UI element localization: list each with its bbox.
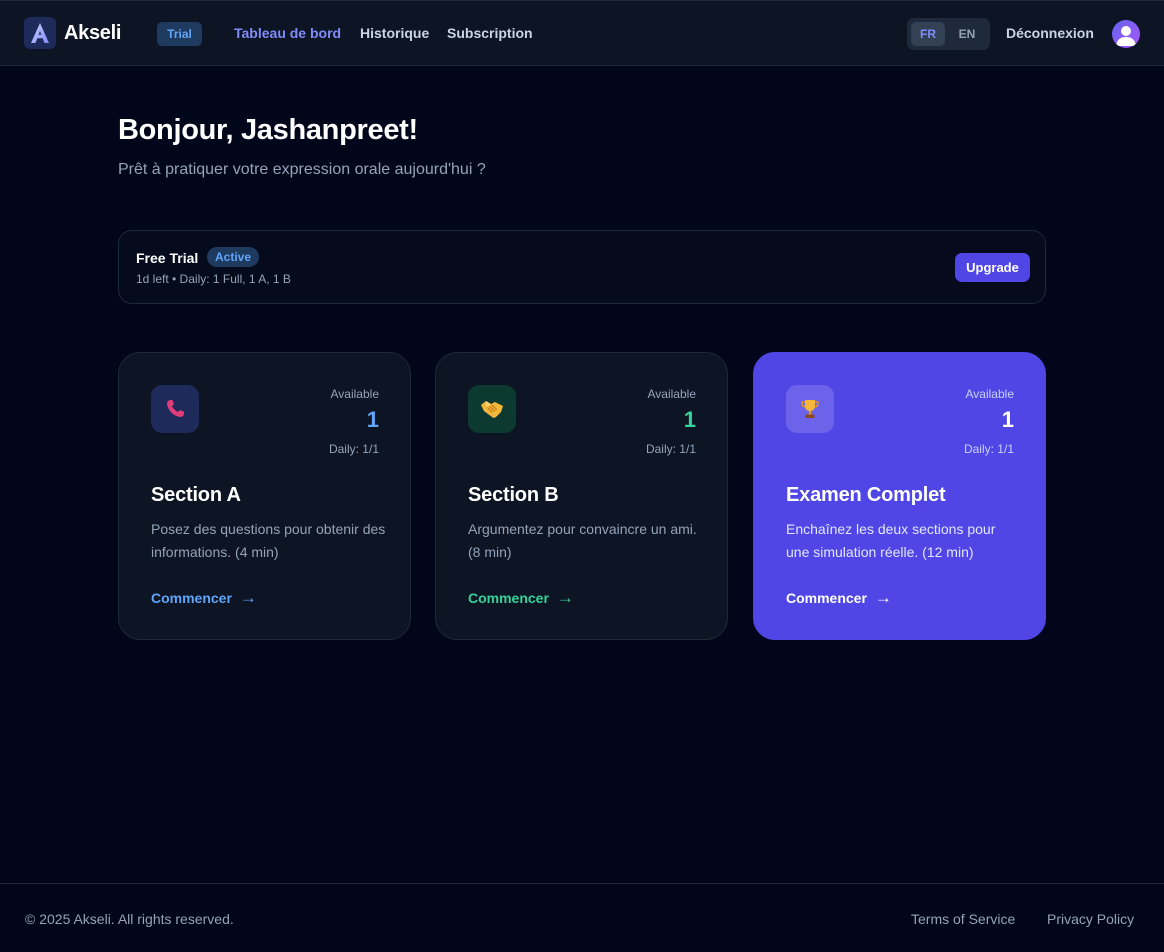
available-count: 1	[1001, 407, 1014, 432]
upgrade-button[interactable]: Upgrade	[955, 253, 1030, 282]
card-title: Examen Complet	[786, 484, 946, 506]
status-badge: Active	[207, 247, 260, 267]
language-fr-button[interactable]: FR	[911, 22, 945, 46]
section-b-card[interactable]: Available 1 Daily: 1/1 Section B Argumen…	[435, 352, 728, 640]
language-en-button[interactable]: EN	[950, 22, 984, 46]
top-navbar: Akseli Trial Tableau de bord Historique …	[0, 0, 1164, 66]
available-label: Available	[965, 387, 1014, 401]
card-title: Section B	[468, 484, 559, 506]
footer: © 2025 Akseli. All rights reserved. Term…	[0, 883, 1164, 952]
cta-label: Commencer	[151, 590, 232, 606]
handshake-icon	[468, 385, 516, 433]
start-section-a-button[interactable]: Commencer →	[151, 588, 257, 608]
brand-name[interactable]: Akseli	[64, 22, 121, 45]
page-title: Bonjour, Jashanpreet!	[118, 114, 418, 146]
nav-link-history[interactable]: Historique	[360, 25, 429, 41]
arrow-right-icon: →	[556, 588, 574, 607]
arrow-right-icon: →	[874, 588, 892, 607]
user-icon	[1116, 26, 1136, 46]
phone-icon	[151, 385, 199, 433]
arrow-right-icon: →	[239, 588, 257, 607]
cta-label: Commencer	[468, 590, 549, 606]
nav-link-dashboard[interactable]: Tableau de bord	[234, 25, 341, 41]
available-label: Available	[647, 387, 696, 401]
available-count: 1	[683, 407, 696, 432]
nav-link-subscription[interactable]: Subscription	[447, 25, 533, 41]
logo-icon[interactable]	[24, 17, 56, 49]
card-description: Posez des questions pour obtenir des inf…	[151, 521, 386, 560]
logout-link[interactable]: Déconnexion	[1006, 25, 1094, 41]
cta-label: Commencer	[786, 590, 867, 606]
terms-of-service-link[interactable]: Terms of Service	[911, 911, 1015, 927]
daily-usage: Daily: 1/1	[645, 442, 696, 456]
language-switch: FR EN	[907, 18, 990, 50]
trial-title: Free Trial	[136, 250, 199, 266]
copyright-text: © 2025 Akseli. All rights reserved.	[25, 911, 234, 927]
trial-status-panel: Free Trial Active 1d left • Daily: 1 Ful…	[118, 230, 1046, 304]
trial-details: 1d left • Daily: 1 Full, 1 A, 1 B	[136, 272, 291, 286]
card-description: Argumentez pour convaincre un ami. (8 mi…	[468, 521, 697, 560]
avatar[interactable]	[1112, 20, 1140, 48]
trial-badge: Trial	[157, 22, 202, 46]
logo-a-icon	[31, 23, 49, 43]
card-description: Enchaînez les deux sections pour une sim…	[786, 521, 996, 560]
privacy-policy-link[interactable]: Privacy Policy	[1047, 911, 1134, 927]
start-full-exam-button[interactable]: Commencer →	[786, 588, 892, 608]
page-subtitle: Prêt à pratiquer votre expression orale …	[118, 161, 486, 178]
start-section-b-button[interactable]: Commencer →	[468, 588, 574, 608]
available-label: Available	[330, 387, 379, 401]
trophy-icon	[786, 385, 834, 433]
available-count: 1	[366, 407, 379, 432]
daily-usage: Daily: 1/1	[963, 442, 1014, 456]
full-exam-card[interactable]: Available 1 Daily: 1/1 Examen Complet En…	[753, 352, 1046, 640]
daily-usage: Daily: 1/1	[328, 442, 379, 456]
section-a-card[interactable]: Available 1 Daily: 1/1 Section A Posez d…	[118, 352, 411, 640]
card-title: Section A	[151, 484, 241, 506]
